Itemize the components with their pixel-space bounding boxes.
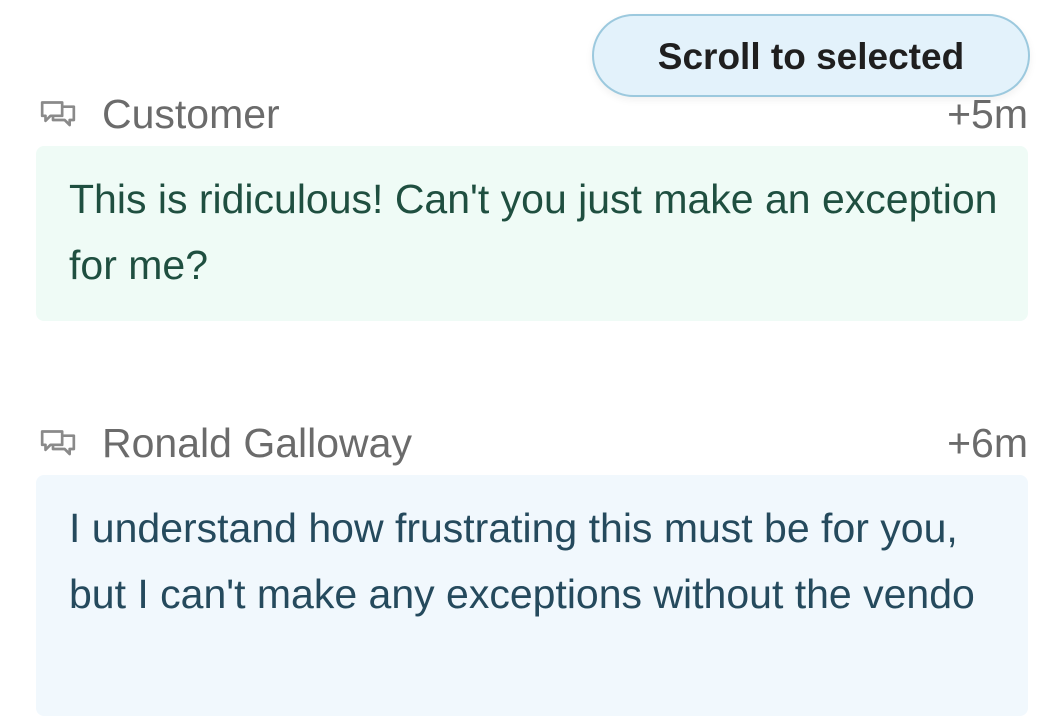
message-timestamp: +6m [947,420,1028,466]
scroll-to-selected-button[interactable]: Scroll to selected [592,14,1030,97]
message-agent: Ronald Galloway +6m I understand how fru… [36,417,1028,716]
chat-bubbles-icon [40,430,76,456]
speaker-name: Ronald Galloway [102,420,412,466]
message-customer: Customer +5m This is ridiculous! Can't y… [36,88,1028,321]
chat-bubbles-icon [40,101,76,127]
transcript-view: Customer +5m This is ridiculous! Can't y… [0,0,1058,724]
message-header: Ronald Galloway +6m [36,417,1028,469]
message-bubble[interactable]: This is ridiculous! Can't you just make … [36,146,1028,321]
speaker-name: Customer [102,91,280,137]
message-bubble[interactable]: I understand how frustrating this must b… [36,475,1028,716]
